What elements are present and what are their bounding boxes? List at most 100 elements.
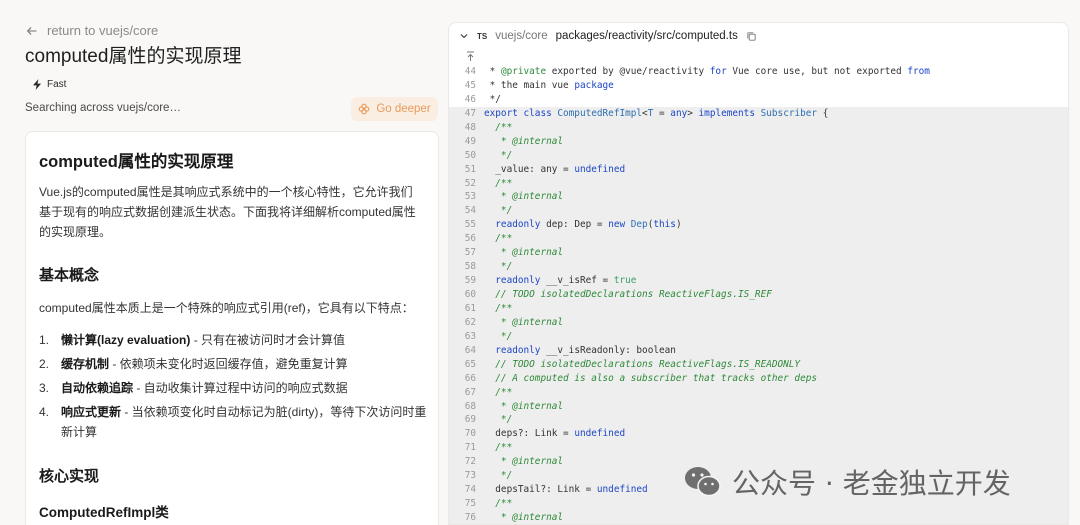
line-number: 61 [464,302,476,314]
page-title: computed属性的实现原理 [25,46,242,67]
line-number: 44 [464,66,476,77]
list-item: 1. 懒计算(lazy evaluation) - 只有在被访问时才会计算值 [39,333,346,347]
code-text: /** [484,302,513,314]
line-number: 66 [464,372,476,384]
section-heading-basic: 基本概念 [39,267,100,284]
code-text: deps?: Link = undefined [484,428,626,440]
scroll-top-row [449,49,1068,65]
code-line: 66 // A computed is also a subscriber th… [449,371,1068,386]
code-line: 67 /** [449,385,1068,400]
line-number: 74 [464,484,476,496]
code-text: // TODO isolatedDeclarations ReactiveFla… [484,358,801,370]
code-text: * the main vue package [484,79,614,91]
code-block: 44 * @private exported by @vue/reactivit… [449,65,1068,524]
scroll-to-top-icon[interactable] [466,51,475,62]
watermark-text: 公众号 · 老金独立开发 [732,467,1011,500]
code-line: 68 * @internal [449,399,1068,414]
code-line: 70 deps?: Link = undefined [449,427,1068,442]
go-deeper-button[interactable]: Go deeper [351,97,438,121]
code-text: // A computed is also a subscriber that … [484,372,818,384]
code-text: * @internal [484,456,564,468]
mode-badge-label: Fast [47,78,67,90]
code-text: /** [484,233,513,245]
line-number: 60 [464,289,476,300]
code-line: 58 */ [449,260,1068,275]
line-number: 51 [464,163,476,175]
back-link-label: return to vuejs/core [47,23,159,38]
line-number: 47 [464,107,476,119]
code-line: 56 /** [449,232,1068,247]
code-text: * @internal [484,191,564,203]
code-text: * @internal [484,247,564,259]
code-line: 57 * @internal [449,246,1068,261]
code-line: 51 _value: any = undefined [449,162,1068,177]
line-number: 56 [464,233,476,245]
code-text: * @internal [484,316,564,328]
line-number: 57 [464,247,476,259]
answer-card: computed属性的实现原理 Vue.js的computed属性是其响应式系统… [25,131,439,525]
code-line: 49 * @internal [449,134,1068,149]
code-line: 55 readonly dep: Dep = new Dep(this) [449,218,1068,233]
line-number: 72 [464,456,476,468]
line-number: 58 [464,261,476,273]
mode-badge[interactable]: Fast [25,74,74,94]
line-number: 52 [464,177,476,189]
file-path[interactable]: packages/reactivity/src/computed.ts [556,30,738,42]
code-text: * @private exported by @vue/reactivity f… [484,66,930,77]
line-number: 48 [464,121,476,133]
code-text: /** [484,442,513,454]
flower-icon [358,103,370,115]
line-number: 69 [464,414,476,426]
code-text: */ [484,149,513,161]
line-number: 76 [464,512,476,523]
chevron-down-icon[interactable] [459,31,469,41]
code-text: */ [484,330,513,342]
code-text: _value: any = undefined [484,163,626,175]
code-line: 47 export class ComputedRefImpl<T = any> … [449,106,1068,121]
code-text: */ [484,470,513,482]
code-line: 60 // TODO isolatedDeclarations Reactive… [449,288,1068,302]
code-text: readonly __v_isRef = true [484,275,637,287]
list-item: 4. 响应式更新 - 当依赖项变化时自动标记为脏(dirty)，等待下次访问时重新… [39,405,427,439]
repo-name: vuejs/core [495,30,548,42]
back-link[interactable]: return to vuejs/core [25,23,158,38]
go-deeper-label: Go deeper [376,103,431,115]
code-text: * @internal [484,400,564,412]
line-number: 45 [464,79,476,91]
code-text: */ [484,205,513,217]
code-text: export class ComputedRefImpl<T = any> im… [484,107,829,119]
line-number: 62 [464,316,476,328]
code-line: 76 * @internal [449,511,1068,524]
line-number: 70 [464,428,476,440]
line-number: 73 [464,470,476,482]
arrow-left-icon [26,26,37,35]
feature-list: 1. 懒计算(lazy evaluation) - 只有在被访问时才会计算值 2.… [39,330,429,446]
code-text: * @internal [484,135,564,147]
code-line: 52 /** [449,176,1068,191]
code-file-header: TS vuejs/core packages/reactivity/src/co… [449,23,1068,49]
code-text: /** [484,498,513,510]
code-line: 50 */ [449,148,1068,163]
code-text: */ [484,261,513,273]
answer-heading: computed属性的实现原理 [39,153,234,171]
list-item: 2. 缓存机制 - 依赖项未变化时返回缓存值，避免重复计算 [39,357,348,371]
line-number: 50 [464,149,476,161]
line-number: 75 [464,498,476,510]
code-text: /** [484,386,513,398]
code-line: 62 * @internal [449,315,1068,330]
code-line: 59 readonly __v_isRef = true [449,274,1068,288]
copy-icon[interactable] [746,31,757,42]
wechat-icon [685,467,721,497]
code-text: readonly __v_isReadonly: boolean [484,344,676,356]
line-number: 49 [464,135,476,147]
answer-intro: Vue.js的computed属性是其响应式系统中的一个核心特性，它允许我们基于… [39,185,416,239]
subsection-heading: ComputedRefImpl类 [39,505,169,520]
line-number: 68 [464,400,476,412]
section-lead: computed属性本质上是一个特殊的响应式引用(ref)，它具有以下特点： [39,301,414,315]
code-text: /** [484,177,513,189]
line-number: 64 [464,344,476,356]
code-line: 71 /** [449,441,1068,456]
line-number: 53 [464,191,476,203]
line-number: 67 [464,386,476,398]
code-line: 48 /** [449,120,1068,135]
